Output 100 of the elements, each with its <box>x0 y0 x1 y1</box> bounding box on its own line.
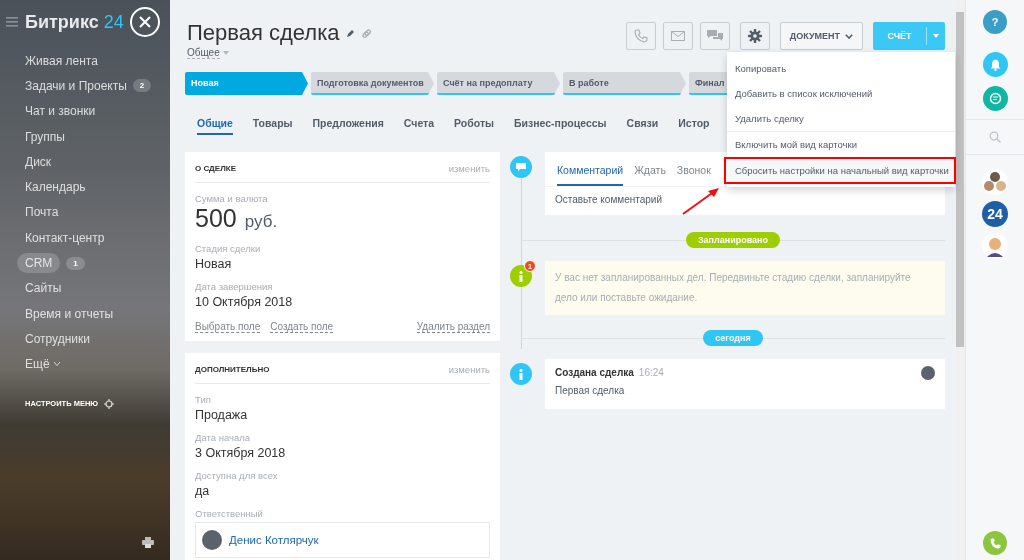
sidebar-item[interactable]: Живая лента <box>25 50 98 71</box>
logo[interactable]: Битрикс 24 <box>25 11 124 33</box>
apps-button[interactable]: 24 <box>982 201 1008 227</box>
amount-value: 500 <box>195 204 237 233</box>
chat-button[interactable] <box>699 22 730 50</box>
tab[interactable]: Товары <box>252 113 293 135</box>
sidebar-item[interactable]: Контакт-центр <box>25 227 105 248</box>
deal-title: Первая сделка <box>187 20 340 46</box>
chat-button[interactable] <box>982 86 1008 111</box>
event-text: Первая сделка <box>555 385 626 396</box>
tab[interactable]: Общие <box>197 113 233 135</box>
remove-section-link[interactable]: Удалить раздел <box>416 321 490 333</box>
counter-badge: 2 <box>132 79 152 93</box>
stage-step[interactable]: Подготовка документов <box>311 72 434 95</box>
call-button[interactable] <box>983 531 1007 555</box>
notifications-button[interactable] <box>982 52 1008 77</box>
card-title: О СДЕЛКЕ <box>195 164 236 173</box>
menu-item[interactable]: Сбросить настройки на начальный вид карточки <box>725 158 955 183</box>
menu-icon[interactable] <box>6 17 18 27</box>
tab[interactable]: Счета <box>403 113 435 135</box>
field-value: да <box>195 484 211 498</box>
tab[interactable]: Связи <box>626 113 659 135</box>
caret-icon <box>933 34 939 38</box>
field-value: Продажа <box>195 408 249 422</box>
stage-step[interactable]: Финал <box>689 72 727 95</box>
call-button[interactable] <box>625 22 656 50</box>
tab[interactable]: Истор <box>678 113 710 135</box>
chat-icon <box>706 29 723 43</box>
group-avatar[interactable] <box>982 169 1008 195</box>
field-label: Стадия сделки <box>195 243 262 254</box>
event-title: Создана сделка <box>555 367 634 378</box>
sidebar-item[interactable]: Почта <box>25 202 59 223</box>
menu-item[interactable]: Копировать <box>727 56 955 81</box>
field-link[interactable]: Выбрать поле <box>195 321 261 333</box>
person-link[interactable]: Денис Котлярчук <box>229 534 319 546</box>
pencil-icon[interactable] <box>345 28 355 38</box>
chevron-icon <box>845 33 853 39</box>
comment-field[interactable]: Оставьте комментарий <box>555 194 855 205</box>
scrollbar[interactable] <box>955 0 965 560</box>
avatar[interactable] <box>982 233 1008 259</box>
section-badge: сегодня <box>703 330 763 346</box>
sidebar-item[interactable]: Группы <box>25 126 65 147</box>
card-title: ДОПОЛНИТЕЛЬНО <box>195 365 270 374</box>
tab[interactable]: Предложения <box>312 113 384 135</box>
stage-step[interactable]: Новая <box>185 72 308 95</box>
scrollbar-thumb[interactable] <box>956 12 964 347</box>
sidebar-item[interactable]: Сайты <box>25 278 62 299</box>
field-label: Дата завершения <box>195 281 274 292</box>
menu-item[interactable]: Включить мой вид карточки <box>727 131 955 156</box>
sidebar-item[interactable]: Время и отчеты <box>25 303 114 324</box>
phone-icon <box>989 537 1001 549</box>
chat-icon <box>988 92 1002 105</box>
close-button[interactable] <box>130 7 160 37</box>
sidebar-item[interactable]: Чат и звонки <box>25 101 96 122</box>
help-button[interactable]: ? <box>983 10 1007 34</box>
email-button[interactable] <box>662 22 693 50</box>
section-badge: Запланировано <box>685 232 781 248</box>
avatar <box>921 366 935 380</box>
field-link[interactable]: Создать поле <box>270 321 334 333</box>
tab[interactable]: Бизнес-процессы <box>514 113 607 135</box>
composer-tab[interactable]: Ждать <box>634 164 666 186</box>
field-label: Сумма и валюта <box>195 193 269 204</box>
sidebar-item[interactable]: CRM <box>17 253 61 273</box>
caret-icon <box>53 362 60 367</box>
close-icon <box>139 16 151 28</box>
category-selector[interactable]: Общее <box>187 47 220 59</box>
field-label: Тип <box>195 394 212 405</box>
counter-badge: 1 <box>66 256 85 270</box>
info-glyph-icon <box>519 270 523 282</box>
field-label: Дата начала <box>195 432 252 443</box>
document-button[interactable]: ДОКУМЕНТ <box>779 22 863 50</box>
sidebar-item[interactable]: Сотрудники <box>25 328 90 349</box>
menu-item[interactable]: Удалить сделку <box>727 106 955 131</box>
envelope-icon <box>670 31 685 41</box>
sidebar-item[interactable]: Календарь <box>25 177 86 198</box>
search-icon[interactable] <box>989 131 1001 143</box>
sidebar-item[interactable]: Ещё <box>25 354 50 375</box>
settings-button[interactable] <box>739 22 770 50</box>
caret-icon <box>222 51 229 55</box>
composer-tab[interactable]: Комментарий <box>557 164 624 186</box>
currency-label: руб. <box>244 212 278 232</box>
field-label: Доступна для всех <box>195 470 279 481</box>
stage-step[interactable]: В работе <box>563 72 686 95</box>
menu-item[interactable]: Добавить в список исключений <box>727 81 955 106</box>
field-value: Новая <box>195 257 233 271</box>
phone-icon <box>633 29 648 43</box>
speech-bubble-icon <box>516 162 526 172</box>
field-value: 3 Октября 2018 <box>195 446 287 460</box>
avatar <box>202 530 222 550</box>
link-icon[interactable] <box>360 27 372 39</box>
event-time: 16:24 <box>638 367 664 378</box>
bell-icon <box>989 58 1001 71</box>
field-value: 10 Октября 2018 <box>195 295 294 309</box>
sidebar-item[interactable]: Задачи и Проекты <box>25 75 127 96</box>
stage-step[interactable]: Счёт на предоплату <box>437 72 560 95</box>
tab[interactable]: Роботы <box>454 113 494 135</box>
field-label: Ответственный <box>195 508 264 519</box>
sidebar-item[interactable]: Диск <box>25 151 52 172</box>
info-glyph-icon <box>519 368 523 380</box>
composer-tab[interactable]: Звонок <box>676 164 711 186</box>
